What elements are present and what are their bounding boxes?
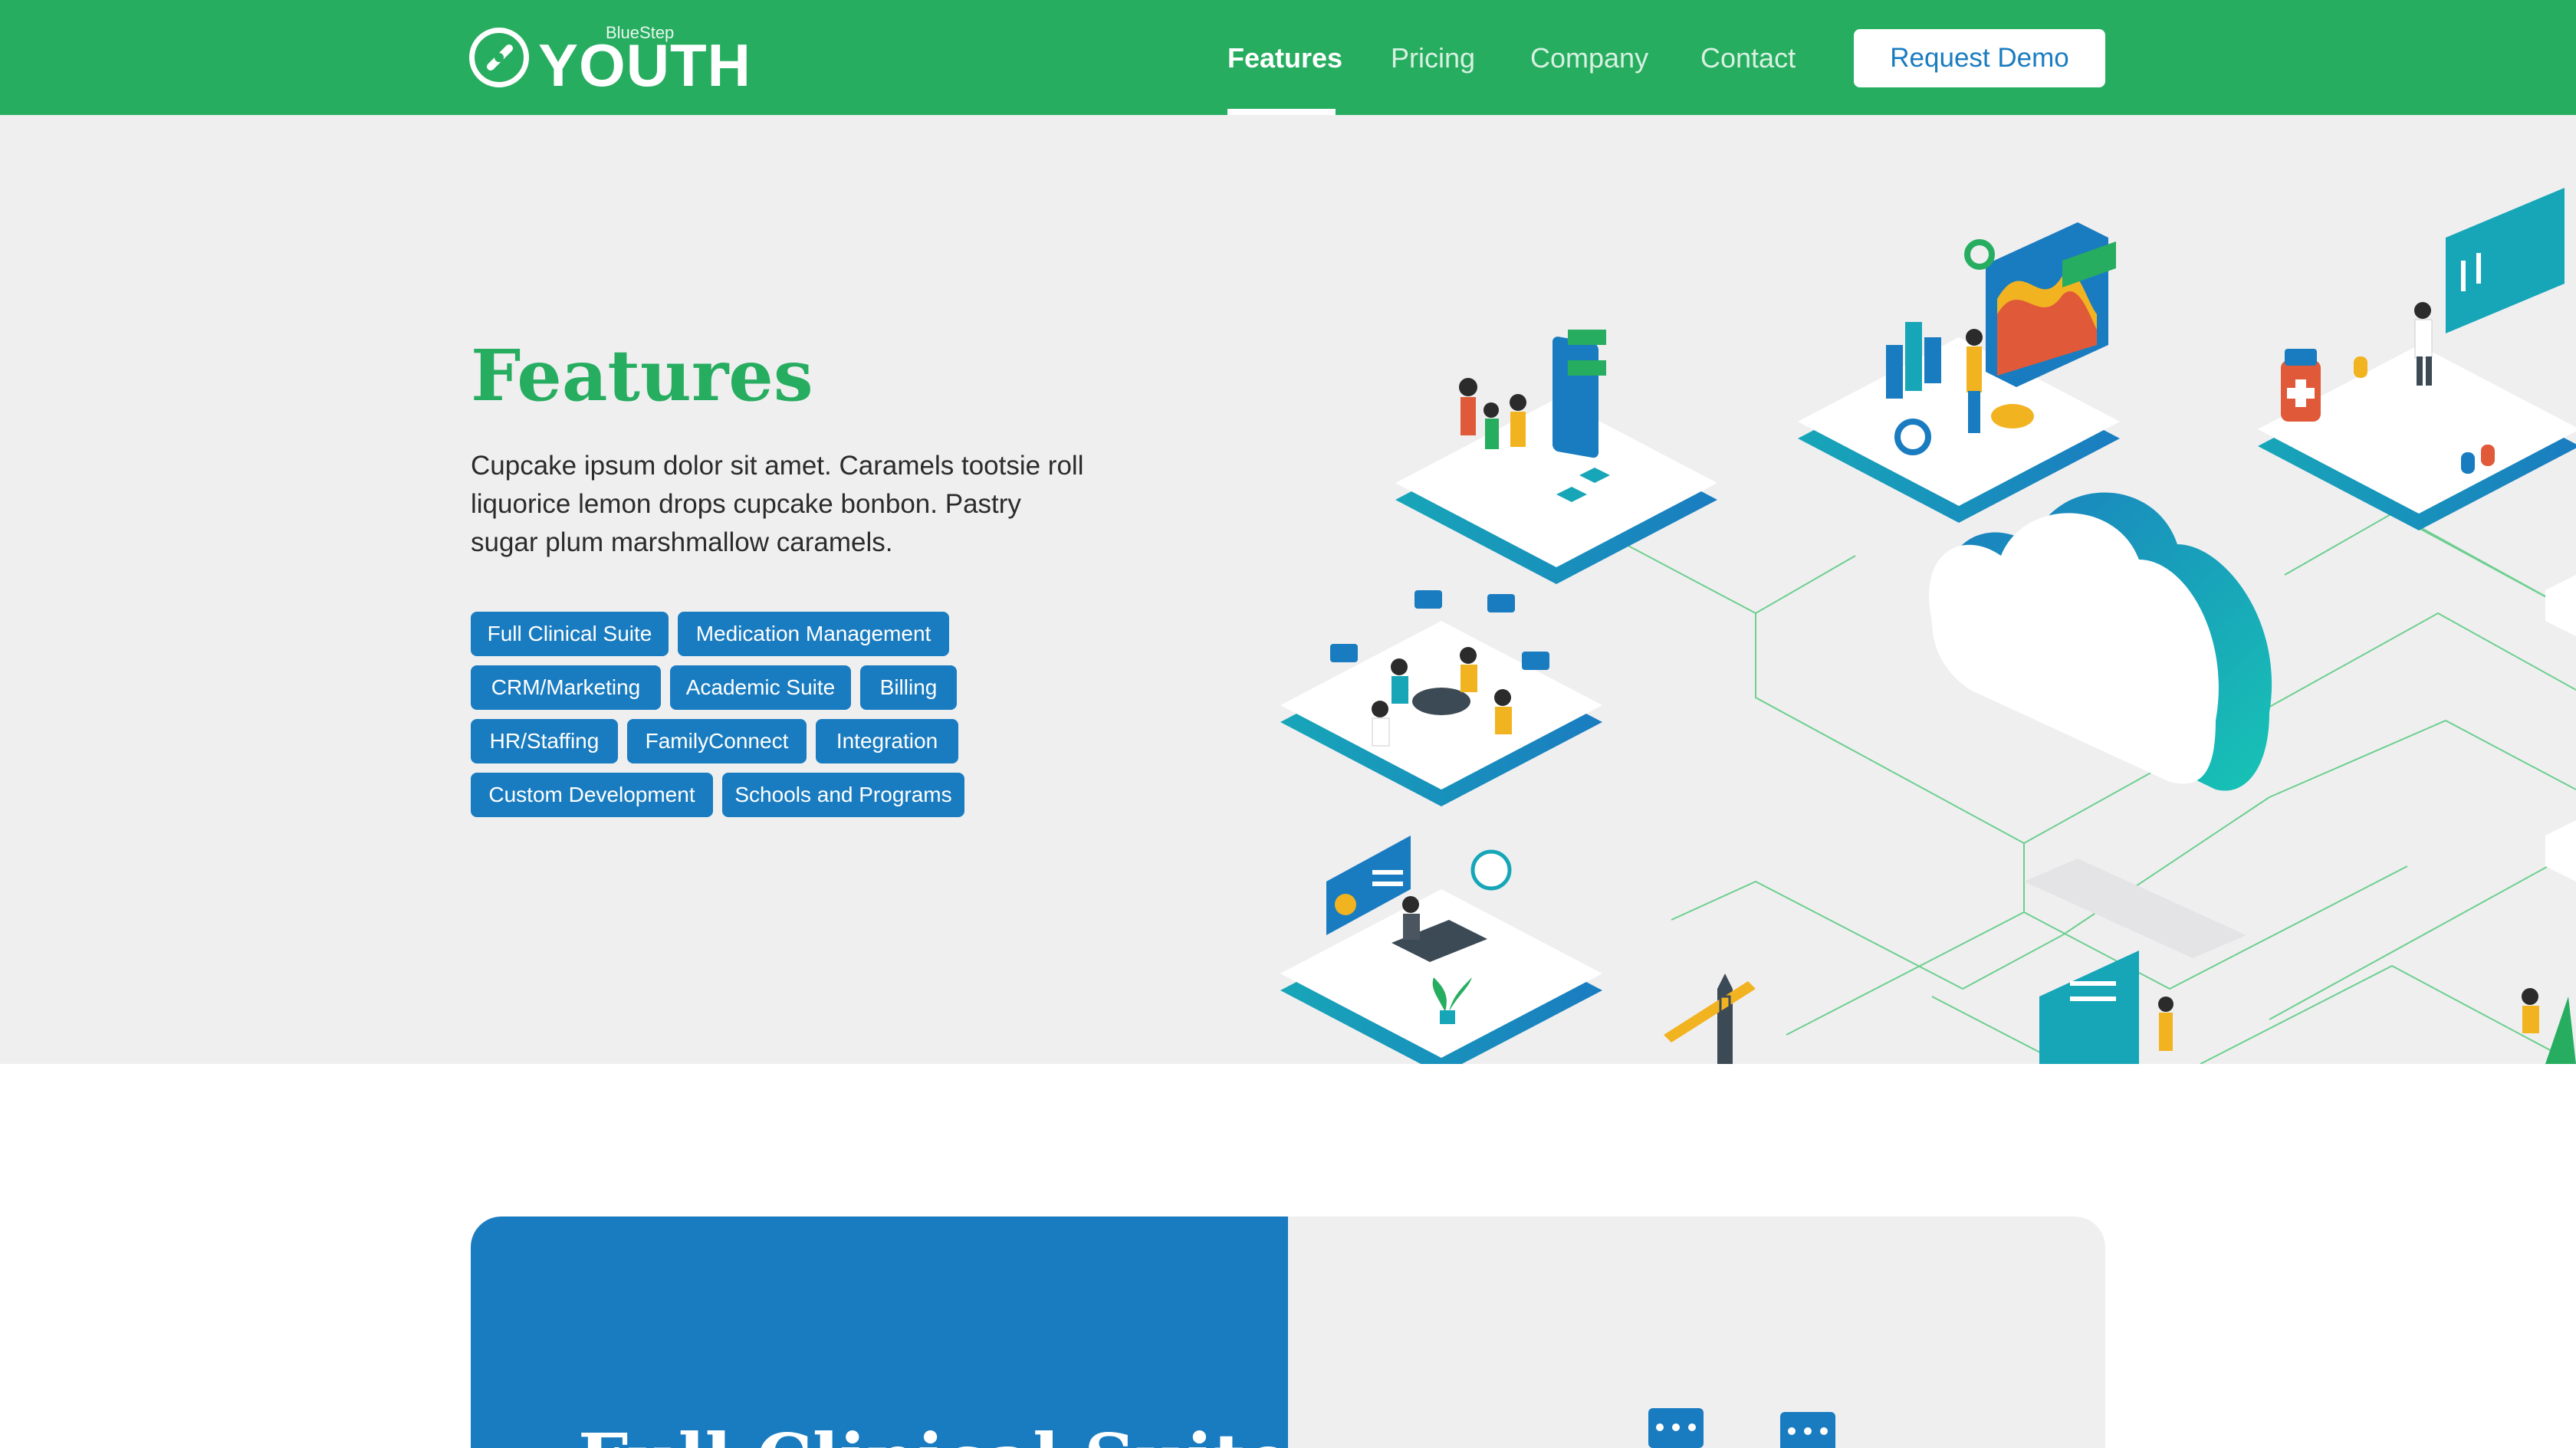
cloud-icon — [1929, 492, 2272, 958]
feature-card: Full Clinical Suite — [471, 1217, 2105, 1448]
platform-meeting — [1280, 590, 1602, 806]
nav-link-features[interactable]: Features — [1227, 40, 1342, 77]
hero-section: Features Cupcake ipsum dolor sit amet. C… — [0, 115, 2576, 1064]
tag-custom-development[interactable]: Custom Development — [471, 773, 713, 817]
logo-title: YOUTH — [538, 31, 751, 99]
isometric-features-illustration — [1280, 188, 2576, 1064]
tag-crm-marketing[interactable]: CRM/Marketing — [471, 665, 661, 710]
platform-medical — [2258, 188, 2576, 530]
nav-link-pricing[interactable]: Pricing — [1391, 40, 1475, 77]
page-title: Features — [471, 334, 813, 417]
feature-card-panel: Full Clinical Suite — [471, 1217, 1290, 1448]
top-nav: BlueStep YOUTH Features Pricing Company … — [0, 0, 2576, 115]
hero-description: Cupcake ipsum dolor sit amet. Caramels t… — [471, 451, 1084, 557]
logo[interactable]: BlueStep YOUTH — [469, 23, 751, 99]
tag-full-clinical-suite[interactable]: Full Clinical Suite — [471, 612, 669, 656]
platform-desk — [1280, 836, 1602, 1064]
nav-link-company[interactable]: Company — [1530, 40, 1648, 77]
tag-hr-staffing[interactable]: HR/Staffing — [471, 719, 618, 763]
tag-familyconnect[interactable]: FamilyConnect — [627, 719, 807, 763]
tag-billing[interactable]: Billing — [860, 665, 957, 710]
platform-team — [1395, 330, 1717, 584]
request-demo-button[interactable]: Request Demo — [1854, 29, 2105, 87]
document-board — [2039, 951, 2174, 1064]
nav-link-contact[interactable]: Contact — [1700, 40, 1796, 77]
tag-schools-and-programs[interactable]: Schools and Programs — [722, 773, 964, 817]
active-nav-indicator — [1227, 109, 1336, 115]
tag-integration[interactable]: Integration — [816, 719, 958, 763]
feature-card-title: Full Clinical Suite — [578, 1417, 1290, 1448]
tag-medication-management[interactable]: Medication Management — [678, 612, 949, 656]
tag-academic-suite[interactable]: Academic Suite — [670, 665, 851, 710]
compass-icon — [469, 28, 529, 87]
right-edge-platforms — [2522, 575, 2576, 1064]
construction-crane — [1664, 974, 1756, 1064]
platform-analytics — [1798, 222, 2120, 523]
